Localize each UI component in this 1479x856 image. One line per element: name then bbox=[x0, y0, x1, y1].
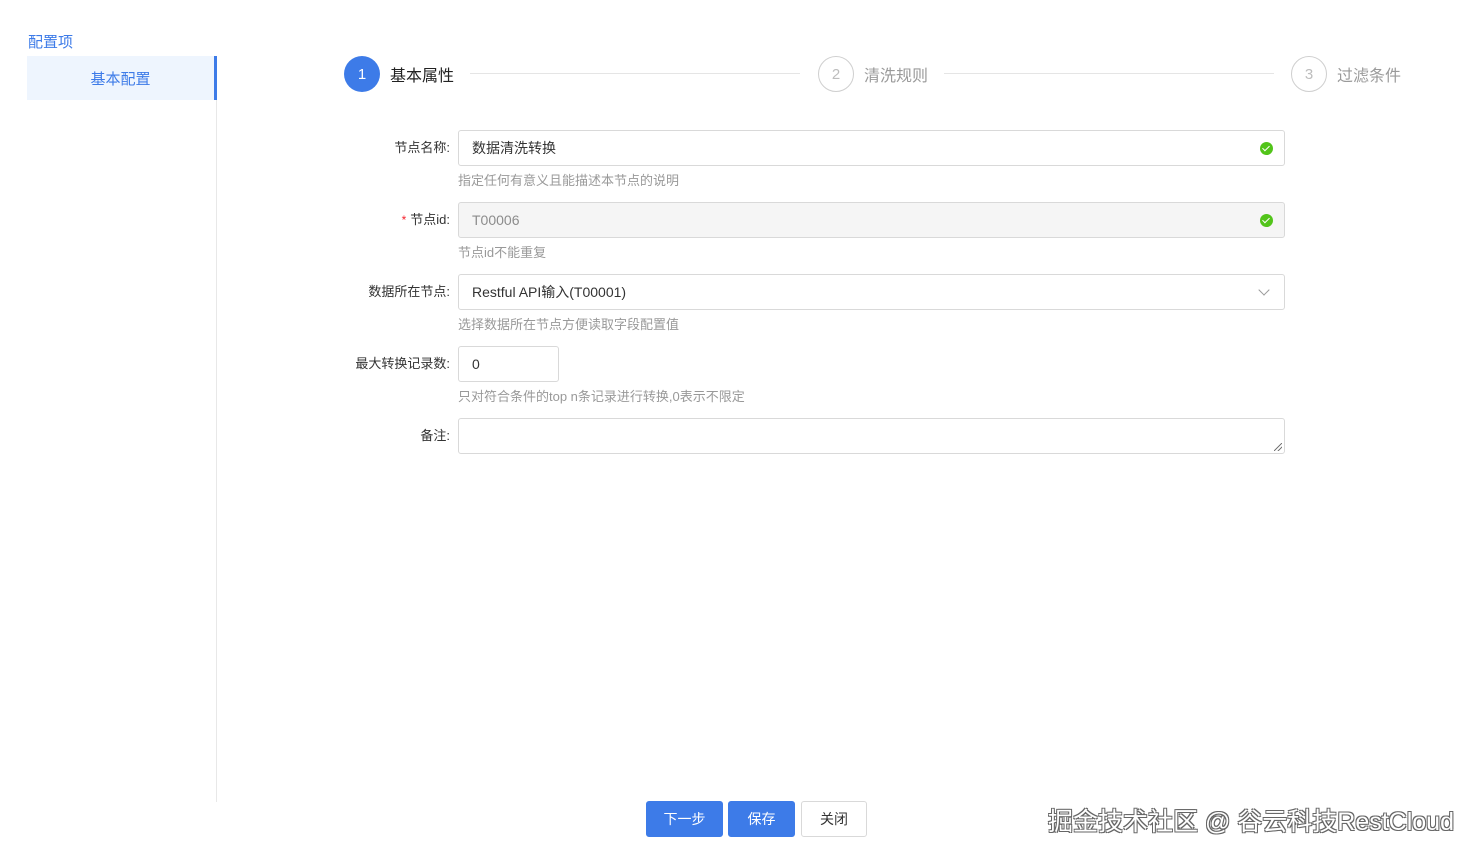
max-records-hint: 只对符合条件的top n条记录进行转换,0表示不限定 bbox=[458, 389, 745, 404]
node-id-input[interactable]: T00006 bbox=[458, 202, 1285, 238]
sidebar-title: 配置项 bbox=[28, 34, 74, 51]
step-connector bbox=[944, 73, 1274, 74]
step-label: 清洗规则 bbox=[864, 68, 929, 85]
data-node-hint: 选择数据所在节点方便读取字段配置值 bbox=[458, 317, 680, 332]
step-number: 2 bbox=[818, 56, 854, 92]
node-id-label: * 节点id: bbox=[230, 202, 450, 238]
step-label: 过滤条件 bbox=[1337, 68, 1402, 85]
max-records-label: 最大转换记录数: bbox=[355, 356, 450, 371]
chevron-down-icon bbox=[1258, 284, 1270, 296]
node-name-value: 数据清洗转换 bbox=[472, 140, 556, 156]
required-mark: * bbox=[401, 213, 407, 227]
node-id-hint: 节点id不能重复 bbox=[458, 245, 547, 260]
sidebar-divider bbox=[216, 100, 217, 802]
node-name-hint: 指定任何有意义且能描述本节点的说明 bbox=[458, 173, 680, 188]
step-basic-properties[interactable]: 1 基本属性 bbox=[344, 56, 454, 92]
save-button[interactable]: 保存 bbox=[728, 801, 795, 837]
close-button[interactable]: 关闭 bbox=[801, 801, 867, 837]
watermark: 掘金技术社区 @ 谷云科技RestCloud bbox=[1048, 808, 1454, 836]
data-node-value: Restful API输入(T00001) bbox=[472, 284, 627, 300]
step-number: 1 bbox=[344, 56, 380, 92]
max-records-input[interactable]: 0 bbox=[458, 346, 559, 382]
data-node-select[interactable]: Restful API输入(T00001) bbox=[458, 274, 1285, 310]
step-number: 3 bbox=[1291, 56, 1327, 92]
max-records-value: 0 bbox=[472, 356, 480, 372]
check-circle-icon bbox=[1260, 142, 1273, 155]
next-step-button[interactable]: 下一步 bbox=[646, 801, 723, 837]
check-circle-icon bbox=[1260, 214, 1273, 227]
remark-textarea[interactable] bbox=[458, 418, 1285, 454]
step-connector bbox=[470, 73, 800, 74]
step-label: 基本属性 bbox=[390, 68, 455, 85]
step-cleaning-rules[interactable]: 2 清洗规则 bbox=[818, 56, 928, 92]
node-id-label-text: 节点id: bbox=[410, 212, 450, 227]
data-node-label: 数据所在节点: bbox=[368, 284, 450, 299]
node-name-label: 节点名称: bbox=[394, 140, 450, 155]
step-filter-conditions[interactable]: 3 过滤条件 bbox=[1291, 56, 1401, 92]
sidebar-item-label: 基本配置 bbox=[90, 70, 151, 88]
node-name-input[interactable]: 数据清洗转换 bbox=[458, 130, 1285, 166]
resize-handle-icon[interactable] bbox=[1274, 443, 1282, 451]
sidebar-item-basic-config[interactable]: 基本配置 bbox=[27, 56, 217, 100]
remark-label: 备注: bbox=[420, 428, 450, 443]
node-id-value: T00006 bbox=[472, 212, 520, 228]
